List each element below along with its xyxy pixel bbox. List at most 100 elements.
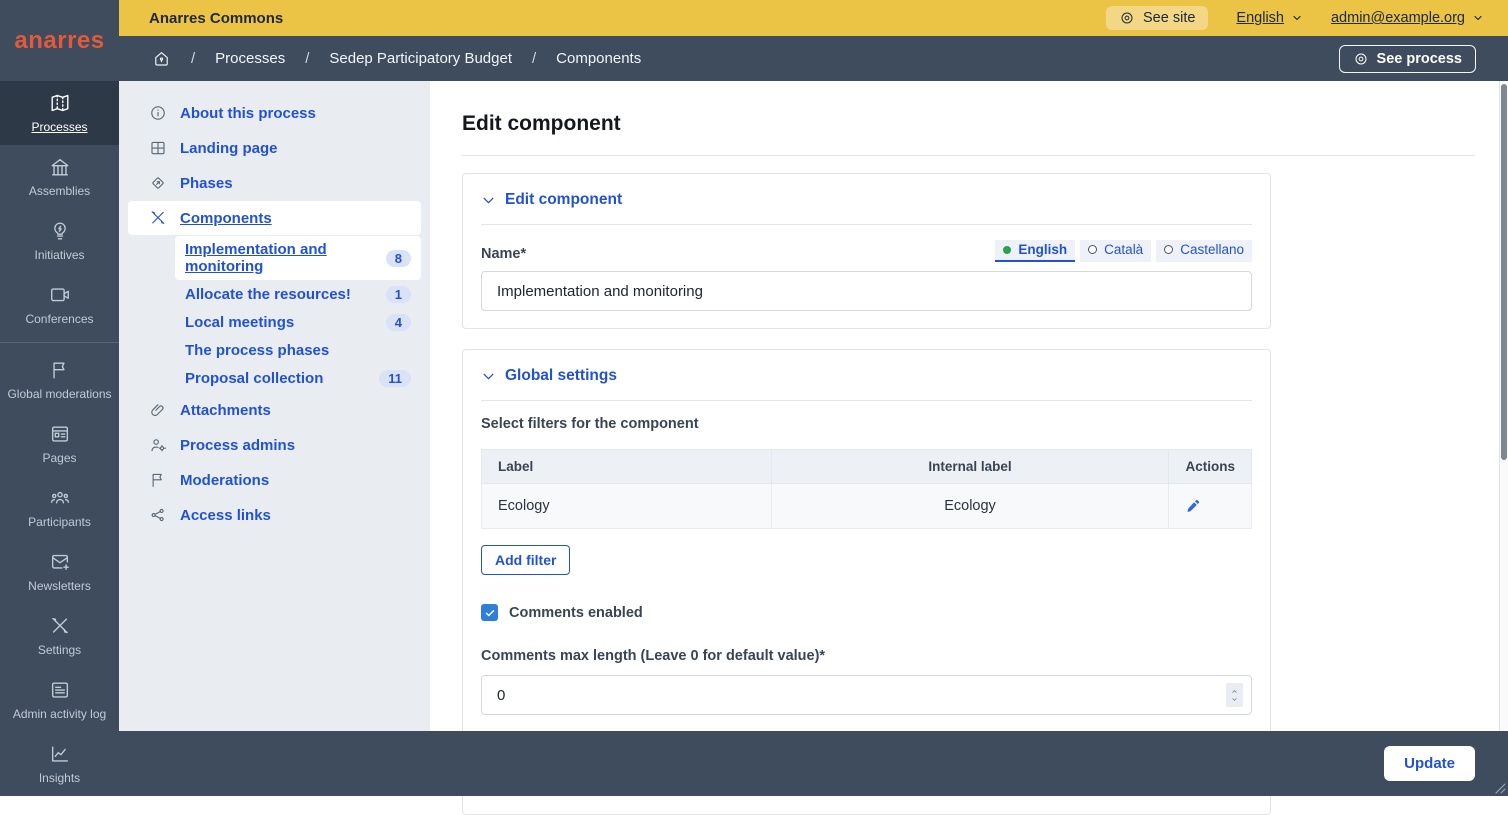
news-icon — [51, 426, 68, 442]
line-chart-icon — [51, 746, 68, 762]
subnav-phases[interactable]: Phases — [128, 166, 421, 200]
section-divider — [481, 400, 1252, 401]
user-menu-dropdown[interactable]: admin@example.org — [1331, 10, 1484, 26]
home-breadcrumb-link[interactable] — [152, 49, 171, 68]
check-icon — [485, 609, 494, 616]
tools-icon — [51, 617, 68, 634]
user-settings-icon — [151, 439, 167, 452]
eye-icon — [1121, 12, 1133, 24]
sidebar-item-newsletters[interactable]: Newsletters — [0, 540, 119, 604]
section-divider — [481, 224, 1252, 225]
breadcrumb-processes[interactable]: Processes — [215, 50, 285, 67]
sidebar-item-assemblies[interactable]: Assemblies — [0, 145, 119, 209]
page-scrollbar — [1499, 81, 1508, 796]
breadcrumb-components[interactable]: Components — [556, 50, 641, 67]
eye-icon — [1355, 53, 1367, 64]
filters-table: Label Internal label Actions Ecology Eco… — [481, 449, 1252, 529]
compass-icon — [152, 177, 164, 189]
count-badge: 4 — [385, 314, 411, 331]
filters-heading: Select filters for the component — [481, 416, 699, 432]
main-content: Edit component Edit component Name* Engl… — [430, 81, 1508, 815]
unselected-ring-icon — [1164, 245, 1174, 254]
article-icon — [51, 682, 68, 698]
sidebar-item-initiatives[interactable]: Initiatives — [0, 209, 119, 273]
process-secondary-nav: About this process Landing page Phases C… — [119, 81, 430, 796]
information-icon — [151, 106, 165, 120]
filters-table-header-row: Label Internal label Actions — [481, 449, 1252, 484]
component-implementation-and-monitoring[interactable]: Implementation and monitoring 8 — [175, 236, 421, 280]
subnav-about-this-process[interactable]: About this process — [128, 96, 421, 130]
org-name[interactable]: Anarres Commons — [149, 10, 283, 27]
flag-icon — [152, 473, 162, 487]
home-icon — [155, 52, 168, 66]
scrollbar-thumb[interactable] — [1501, 84, 1507, 460]
count-badge: 1 — [385, 286, 411, 303]
breadcrumb-process-name[interactable]: Sedep Participatory Budget — [329, 50, 512, 67]
lang-tab-english[interactable]: English — [995, 240, 1076, 262]
map-icon — [51, 94, 68, 112]
comments-enabled-checkbox[interactable] — [481, 604, 498, 621]
component-the-process-phases[interactable]: The process phases — [175, 337, 421, 364]
filter-label-cell: Ecology — [481, 483, 772, 529]
count-badge: 8 — [385, 249, 411, 267]
column-header-internal-label: Internal label — [770, 449, 1170, 484]
unselected-ring-icon — [1088, 245, 1098, 254]
component-allocate-the-resources[interactable]: Allocate the resources! 1 — [175, 281, 421, 308]
edit-component-card: Edit component Name* English Català Cast… — [462, 173, 1271, 329]
share-icon — [151, 508, 164, 522]
subnav-moderations[interactable]: Moderations — [128, 463, 421, 497]
comments-max-length-input[interactable] — [481, 675, 1252, 715]
language-dropdown[interactable]: English — [1236, 10, 1303, 26]
comments-max-length-label: Comments max length (Leave 0 for default… — [481, 648, 826, 664]
lang-tab-catala[interactable]: Català — [1080, 240, 1152, 262]
component-proposal-collection[interactable]: Proposal collection 11 — [175, 365, 421, 392]
sidebar-item-admin-activity-log[interactable]: Admin activity log — [0, 668, 119, 732]
subnav-process-admins[interactable]: Process admins — [128, 428, 421, 462]
chevron-up-icon — [1232, 689, 1237, 693]
subnav-components[interactable]: Components — [128, 201, 421, 235]
topbar: Anarres Commons See site English admin@e… — [119, 0, 1508, 36]
component-name-input[interactable] — [481, 271, 1252, 311]
comments-enabled-label: Comments enabled — [509, 604, 643, 621]
sidebar-item-conferences[interactable]: Conferences — [0, 273, 119, 337]
flag-icon — [52, 362, 65, 379]
edit-pencil-icon[interactable] — [1185, 498, 1201, 514]
video-icon — [50, 288, 69, 302]
name-language-selector: English Català Castellano — [995, 240, 1252, 262]
subnav-access-links[interactable]: Access links — [128, 498, 421, 532]
update-button[interactable]: Update — [1384, 746, 1475, 781]
resize-grip[interactable] — [1491, 779, 1506, 794]
form-action-bar: Update — [119, 731, 1508, 796]
subnav-landing-page[interactable]: Landing page — [128, 131, 421, 165]
sidebar-item-settings[interactable]: Settings — [0, 604, 119, 668]
column-header-actions: Actions — [1168, 449, 1252, 484]
subnav-attachments[interactable]: Attachments — [128, 393, 421, 427]
chevron-down-icon — [483, 373, 494, 379]
global-settings-section-toggle[interactable]: Global settings — [481, 367, 1252, 385]
sidebar-item-global-moderations[interactable]: Global moderations — [0, 348, 119, 412]
column-header-label: Label — [481, 449, 772, 484]
number-stepper[interactable] — [1226, 683, 1243, 707]
see-site-button[interactable]: See site — [1106, 6, 1209, 30]
component-local-meetings[interactable]: Local meetings 4 — [175, 309, 421, 336]
chevron-down-icon — [483, 197, 494, 203]
sidebar-item-insights[interactable]: Insights — [0, 732, 119, 796]
lang-tab-castellano[interactable]: Castellano — [1156, 240, 1252, 262]
layout-icon — [151, 141, 165, 155]
bank-icon — [51, 158, 68, 176]
filter-internal-label-cell: Ecology — [770, 483, 1170, 529]
add-filter-button[interactable]: Add filter — [481, 545, 571, 575]
sidebar-item-pages[interactable]: Pages — [0, 412, 119, 476]
sidebar-item-participants[interactable]: Participants — [0, 476, 119, 540]
name-field-label: Name* — [481, 246, 527, 262]
edit-component-section-toggle[interactable]: Edit component — [481, 191, 1252, 209]
chevron-down-icon — [1293, 15, 1301, 21]
tools-icon — [151, 211, 165, 224]
chevron-down-icon — [1474, 15, 1482, 21]
see-process-button[interactable]: See process — [1338, 44, 1476, 73]
selected-dot-icon — [1003, 245, 1012, 254]
anarres-logo[interactable]: anarres — [0, 0, 119, 81]
sidebar-item-processes[interactable]: Processes — [0, 81, 119, 145]
count-badge: 11 — [379, 370, 411, 387]
team-icon — [50, 491, 69, 504]
